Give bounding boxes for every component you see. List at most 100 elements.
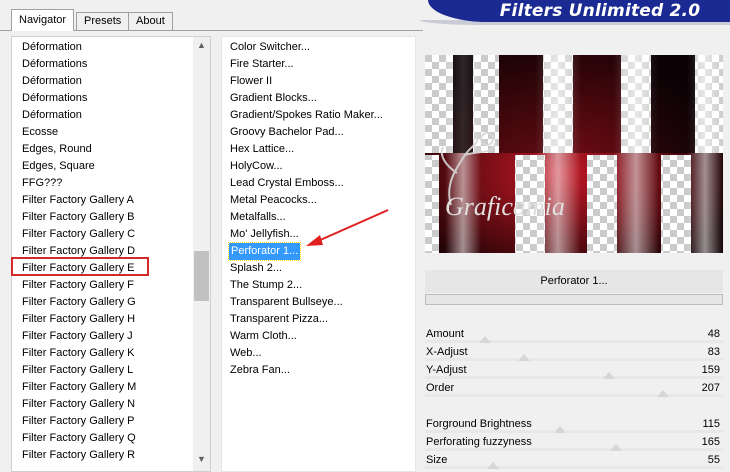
filter-item[interactable]: Gradient Blocks... [230, 90, 317, 107]
category-item[interactable]: Ecosse [22, 124, 58, 141]
param-row[interactable]: Size 55 [425, 452, 723, 470]
param-row[interactable]: Amount 48 [425, 326, 723, 344]
category-item[interactable]: Filter Factory Gallery F [22, 277, 134, 294]
param-label: Size [426, 454, 448, 466]
category-item[interactable]: Déformation [22, 73, 82, 90]
param-slider-thumb[interactable] [518, 354, 530, 361]
filter-item[interactable]: Flower II [230, 73, 272, 90]
category-item[interactable]: Déformations [22, 56, 87, 73]
filter-item[interactable]: Hex Lattice... [230, 141, 294, 158]
filter-item[interactable]: Splash 2... [230, 260, 282, 277]
progress-bar [425, 294, 723, 305]
param-row[interactable]: Order 207 [425, 380, 723, 398]
filter-item[interactable]: Lead Crystal Emboss... [230, 175, 344, 192]
category-item[interactable]: Déformations [22, 90, 87, 107]
param-value: 115 [702, 418, 720, 430]
param-slider-thumb[interactable] [487, 462, 499, 469]
category-item[interactable]: Filter Factory Gallery H [22, 311, 135, 328]
tab-navigator[interactable]: Navigator [11, 9, 75, 31]
param-label: Y-Adjust [426, 364, 467, 376]
filter-name-display: Perforator 1... [425, 270, 723, 293]
param-row[interactable]: Y-Adjust 159 [425, 362, 723, 380]
filter-item[interactable]: Fire Starter... [230, 56, 294, 73]
highlight-box [11, 257, 149, 276]
filter-preview: Graficamia [425, 55, 723, 253]
category-item[interactable]: FFG??? [22, 175, 62, 192]
param-slider-track[interactable] [425, 394, 723, 397]
chevron-down-icon[interactable]: ▼ [193, 451, 210, 468]
category-item[interactable]: Filter Factory Gallery R [22, 447, 135, 464]
pointer-arrow-icon [306, 209, 389, 246]
tab-about-label: About [136, 15, 165, 27]
filter-item[interactable]: Transparent Pizza... [230, 311, 328, 328]
category-item[interactable]: Edges, Round [22, 141, 92, 158]
category-item[interactable]: Filter Factory Gallery G [22, 294, 136, 311]
param-label: Forground Brightness [426, 418, 532, 430]
filter-item[interactable]: Metalfalls... [230, 209, 286, 226]
preview-image: Graficamia [425, 55, 723, 253]
param-value: 48 [707, 328, 720, 340]
filter-item[interactable]: The Stump 2... [230, 277, 302, 294]
param-slider-track[interactable] [425, 466, 723, 469]
param-label: Order [426, 382, 455, 394]
param-separator [425, 400, 723, 414]
category-item[interactable]: Filter Factory Gallery K [22, 345, 134, 362]
param-value: 83 [707, 346, 720, 358]
category-item[interactable]: Filter Factory Gallery J [22, 328, 133, 345]
category-item[interactable]: Déformation [22, 107, 82, 124]
tab-bar: Navigator Presets About [0, 0, 430, 31]
category-item[interactable]: Filter Factory Gallery L [22, 362, 133, 379]
param-label: Perforating fuzzyness [426, 436, 532, 448]
category-item[interactable]: Edges, Square [22, 158, 95, 175]
param-slider-thumb[interactable] [610, 444, 622, 451]
param-row[interactable]: X-Adjust 83 [425, 344, 723, 362]
param-slider-thumb[interactable] [603, 372, 615, 379]
param-slider-thumb[interactable] [479, 336, 491, 343]
filter-list[interactable]: Color Switcher... Fire Starter... Flower I… [221, 36, 416, 472]
category-item[interactable]: Filter Factory Gallery A [22, 192, 134, 209]
category-scrollbar[interactable]: ▲ ▼ [193, 37, 210, 471]
category-item[interactable]: Filter Factory Gallery M [22, 379, 136, 396]
param-slider-track[interactable] [425, 340, 723, 343]
category-item[interactable]: Filter Factory Gallery C [22, 226, 135, 243]
param-slider-track[interactable] [425, 376, 723, 379]
param-slider-thumb[interactable] [657, 390, 669, 397]
filter-item[interactable]: Gradient/Spokes Ratio Maker... [230, 107, 383, 124]
tab-presets[interactable]: Presets [76, 12, 130, 30]
filter-item[interactable]: Web... [230, 345, 262, 362]
param-slider-track[interactable] [425, 358, 723, 361]
category-item[interactable]: Filter Factory Gallery Q [22, 430, 136, 447]
param-value: 165 [701, 436, 720, 448]
filter-item[interactable]: Color Switcher... [230, 39, 310, 56]
scroll-thumb[interactable] [194, 251, 209, 301]
app-title: Filters Unlimited 2.0 [499, 1, 701, 21]
param-value: 207 [701, 382, 720, 394]
param-label: Amount [426, 328, 464, 340]
filter-item[interactable]: Mo' Jellyfish... [230, 226, 299, 243]
chevron-up-icon[interactable]: ▲ [193, 37, 210, 54]
param-row[interactable]: Forground Brightness 115 [425, 416, 723, 434]
preview-watermark: Graficamia [445, 192, 565, 221]
param-label: X-Adjust [426, 346, 468, 358]
filter-item[interactable]: Groovy Bachelor Pad... [230, 124, 344, 141]
param-value: 159 [701, 364, 720, 376]
tab-about[interactable]: About [128, 12, 173, 30]
tab-navigator-label: Navigator [19, 14, 67, 26]
parameter-panel: Amount 48 X-Adjust 83 Y-Adjust 159 Order 207 For… [425, 306, 723, 472]
filter-item[interactable]: HolyCow... [230, 158, 283, 175]
category-item[interactable]: Déformation [22, 39, 82, 56]
category-item[interactable]: Filter Factory Gallery N [22, 396, 135, 413]
category-list[interactable]: Déformation Déformations Déformation Déform… [11, 36, 211, 472]
filter-item[interactable]: Zebra Fan... [230, 362, 290, 379]
filter-item-selected[interactable]: Perforator 1... [227, 242, 302, 261]
filter-item[interactable]: Transparent Bullseye... [230, 294, 343, 311]
tab-presets-label: Presets [84, 15, 122, 27]
category-item[interactable]: Filter Factory Gallery B [22, 209, 134, 226]
param-row[interactable]: Perforating fuzzyness 165 [425, 434, 723, 452]
filter-item[interactable]: Warm Cloth... [230, 328, 297, 345]
filter-name: Perforator 1... [540, 275, 608, 287]
param-value: 55 [707, 454, 720, 466]
category-item[interactable]: Filter Factory Gallery P [22, 413, 134, 430]
param-slider-thumb[interactable] [554, 426, 566, 433]
title-banner: Filters Unlimited 2.0 [428, 0, 730, 22]
